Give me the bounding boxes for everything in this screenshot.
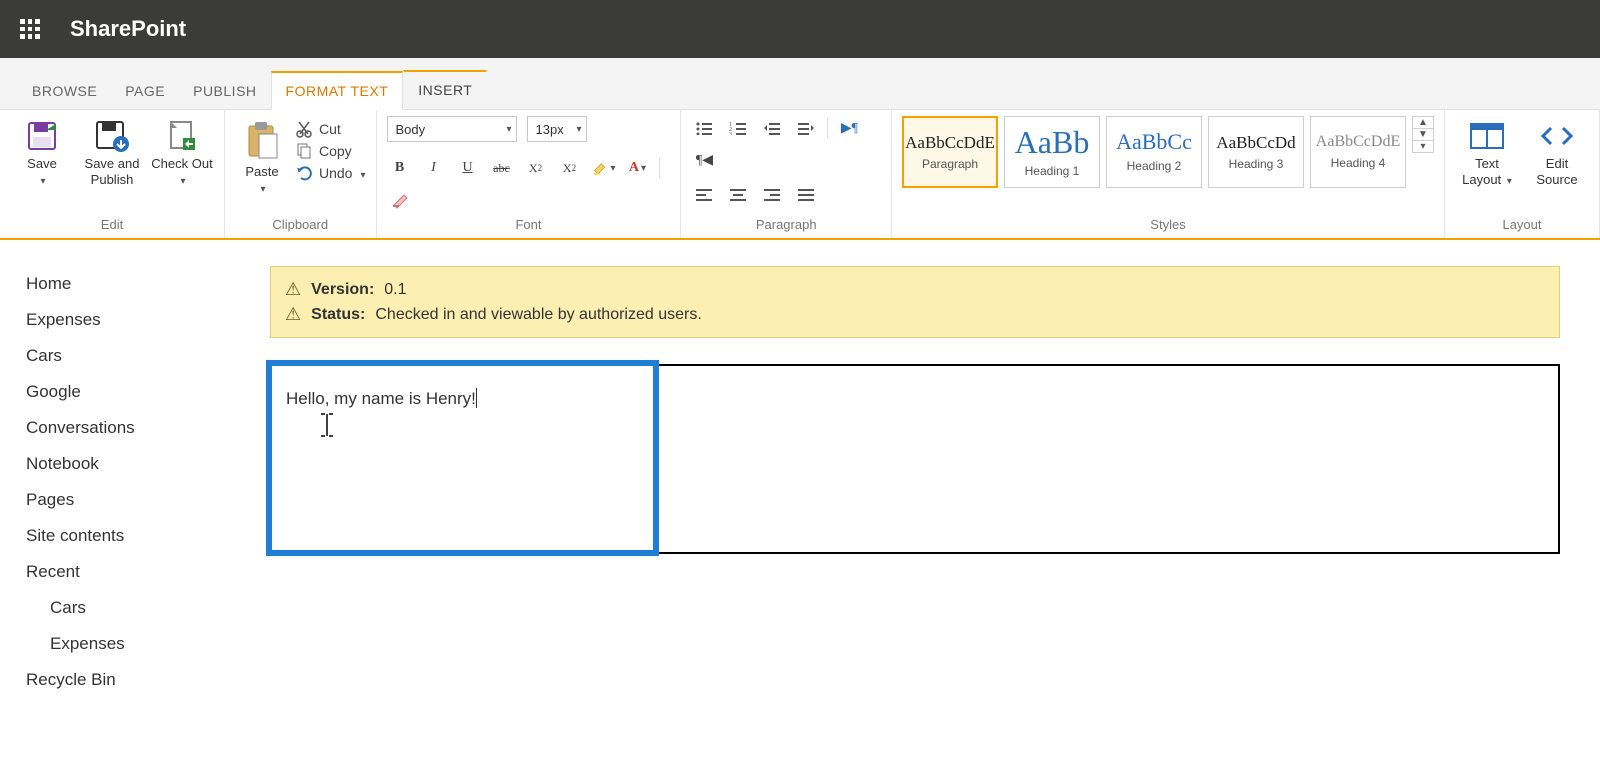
version-label: Version: [311, 281, 374, 299]
ibeam-cursor-icon [318, 412, 336, 438]
strikethrough-button[interactable]: abc [489, 156, 515, 180]
subscript-button[interactable]: X2 [523, 156, 549, 180]
nav-item-google[interactable]: Google [26, 374, 260, 410]
nav-item-conversations[interactable]: Conversations [26, 410, 260, 446]
check-out-button[interactable]: Check Out [150, 116, 214, 188]
tab-browse[interactable]: BROWSE [18, 73, 111, 109]
paste-button[interactable]: Paste [235, 116, 289, 196]
text-layout-label: Text Layout [1462, 156, 1501, 187]
warning-icon: ⚠ [285, 304, 301, 325]
rich-text-editor[interactable]: Hello, my name is Henry! [266, 360, 659, 556]
font-color-button[interactable]: A [625, 156, 651, 180]
bulleted-list-button[interactable] [691, 116, 717, 140]
nav-item-cars[interactable]: Cars [26, 338, 260, 374]
font-size-select[interactable]: 13px [527, 116, 587, 142]
group-clipboard: Paste Cut Copy Undo Clipboard [225, 110, 377, 238]
nav-item-pages[interactable]: Pages [26, 482, 260, 518]
group-paragraph-label: Paragraph [691, 215, 881, 236]
editor-text: Hello, my name is Henry! [286, 389, 476, 408]
undo-label: Undo [319, 165, 352, 181]
app-name: SharePoint [70, 16, 186, 42]
svg-text:3: 3 [729, 132, 732, 135]
font-family-select[interactable]: Body [387, 116, 517, 142]
highlight-button[interactable] [591, 156, 617, 180]
group-edit-label: Edit [10, 215, 214, 236]
page-canvas[interactable]: Hello, my name is Henry! [270, 364, 1560, 554]
cut-button[interactable]: Cut [295, 120, 366, 138]
group-font-label: Font [387, 215, 671, 236]
nav-recent-cars[interactable]: Cars [26, 590, 260, 626]
justify-button[interactable] [793, 182, 819, 206]
gallery-down-icon[interactable]: ▼ [1413, 128, 1433, 140]
text-caret-icon [476, 388, 477, 408]
nav-recycle-bin[interactable]: Recycle Bin [26, 662, 260, 698]
left-nav: HomeExpensesCarsGoogleConversationsNoteb… [0, 240, 270, 708]
tab-format-text[interactable]: FORMAT TEXT [271, 71, 404, 110]
group-clipboard-label: Clipboard [235, 215, 366, 236]
align-left-button[interactable] [691, 182, 717, 206]
tab-publish[interactable]: PUBLISH [179, 73, 270, 109]
copy-button[interactable]: Copy [295, 142, 366, 160]
save-button[interactable]: Save [10, 116, 74, 188]
style-heading-1[interactable]: AaBbHeading 1 [1004, 116, 1100, 188]
app-launcher-icon[interactable] [20, 19, 40, 39]
group-layout-label: Layout [1455, 215, 1589, 236]
nav-item-home[interactable]: Home [26, 266, 260, 302]
save-label: Save [27, 156, 57, 171]
paste-label: Paste [245, 164, 278, 179]
styles-gallery: AaBbCcDdEParagraphAaBbHeading 1AaBbCcHea… [902, 116, 1406, 188]
underline-button[interactable]: U [455, 156, 481, 180]
nav-item-recent[interactable]: Recent [26, 554, 260, 590]
check-out-label: Check Out [151, 156, 212, 171]
group-font: Body 13px B I U abc X2 X2 A Font [377, 110, 682, 238]
nav-item-notebook[interactable]: Notebook [26, 446, 260, 482]
numbered-list-button[interactable]: 123 [725, 116, 751, 140]
align-center-button[interactable] [725, 182, 751, 206]
group-styles: AaBbCcDdEParagraphAaBbHeading 1AaBbCcHea… [892, 110, 1445, 238]
warning-icon: ⚠ [285, 279, 301, 300]
tab-page[interactable]: PAGE [111, 73, 179, 109]
style-heading-3[interactable]: AaBbCcDdHeading 3 [1208, 116, 1304, 188]
main-area: HomeExpensesCarsGoogleConversationsNoteb… [0, 240, 1600, 708]
content-area: ⚠ Version: 0.1 ⚠ Status: Checked in and … [270, 240, 1600, 708]
gallery-expand-icon[interactable]: ▾ [1413, 140, 1433, 152]
style-paragraph[interactable]: AaBbCcDdEParagraph [902, 116, 998, 188]
tab-insert[interactable]: INSERT [403, 70, 487, 109]
group-layout: Text Layout Edit Source Layout [1445, 110, 1600, 238]
ribbon-tabstrip: BROWSE PAGE PUBLISH FORMAT TEXT INSERT [0, 58, 1600, 110]
rtl-button[interactable]: ¶◀ [691, 148, 717, 172]
nav-item-expenses[interactable]: Expenses [26, 302, 260, 338]
save-and-publish-button[interactable]: Save and Publish [80, 116, 144, 187]
undo-button[interactable]: Undo [295, 164, 366, 182]
group-paragraph: 123 ▶¶ ¶◀ Paragraph [681, 110, 892, 238]
status-label: Status: [311, 306, 365, 324]
styles-gallery-more[interactable]: ▲ ▼ ▾ [1412, 116, 1434, 153]
style-heading-2[interactable]: AaBbCcHeading 2 [1106, 116, 1202, 188]
status-value: Checked in and viewable by authorized us… [375, 306, 701, 324]
style-heading-4[interactable]: AaBbCcDdEHeading 4 [1310, 116, 1406, 188]
clear-format-button[interactable] [387, 188, 413, 212]
copy-label: Copy [319, 143, 352, 159]
group-styles-label: Styles [902, 215, 1434, 236]
group-edit: Save Save and Publish Check Out Edit [0, 110, 225, 238]
suite-bar: SharePoint [0, 0, 1600, 58]
save-publish-label: Save and Publish [80, 156, 144, 187]
outdent-button[interactable] [759, 116, 785, 140]
edit-source-label: Edit Source [1525, 156, 1589, 187]
gallery-up-icon[interactable]: ▲ [1413, 117, 1433, 128]
cut-label: Cut [319, 121, 341, 137]
superscript-button[interactable]: X2 [557, 156, 583, 180]
italic-button[interactable]: I [421, 156, 447, 180]
nav-item-site-contents[interactable]: Site contents [26, 518, 260, 554]
bold-button[interactable]: B [387, 156, 413, 180]
page-status-bar: ⚠ Version: 0.1 ⚠ Status: Checked in and … [270, 266, 1560, 338]
nav-recent-expenses[interactable]: Expenses [26, 626, 260, 662]
ltr-button[interactable]: ▶¶ [836, 116, 862, 140]
indent-button[interactable] [793, 116, 819, 140]
edit-source-button[interactable]: Edit Source [1525, 116, 1589, 187]
version-value: 0.1 [384, 281, 406, 299]
align-right-button[interactable] [759, 182, 785, 206]
ribbon: Save Save and Publish Check Out Edit Pas… [0, 110, 1600, 240]
text-layout-button[interactable]: Text Layout [1455, 116, 1519, 188]
